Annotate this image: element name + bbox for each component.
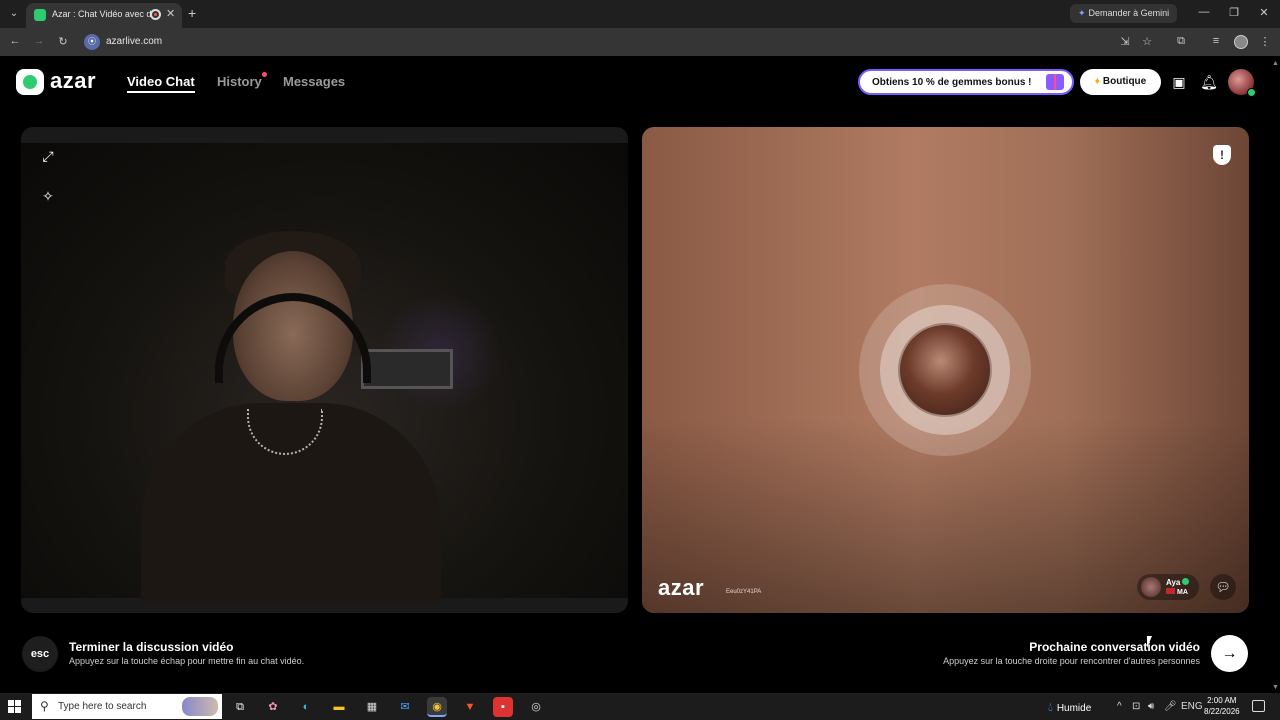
user-avatar[interactable]: [1228, 69, 1256, 97]
nav-video-chat[interactable]: Video Chat: [127, 74, 195, 93]
peer-profile-image: [898, 323, 992, 417]
nav-messages[interactable]: Messages: [283, 74, 345, 89]
gem-icon: ♦: [1094, 76, 1100, 87]
scrollbar-down-icon[interactable]: ▼: [1272, 684, 1279, 691]
online-status-icon: [1247, 88, 1256, 97]
microphone-icon[interactable]: 🎤︎: [1164, 701, 1177, 712]
edge-icon[interactable]: ◐: [296, 697, 316, 717]
browser-tabbar: ⌄ Azar : Chat Vidéo avec de ✕ + ✦ Demande…: [0, 0, 1280, 28]
tab-close-icon[interactable]: ✕: [166, 7, 175, 20]
search-icon: ⚲: [40, 699, 49, 713]
extensions-icon[interactable]: ⧉: [1174, 35, 1188, 48]
reload-icon[interactable]: ↻: [56, 35, 70, 48]
peer-avatar: [1141, 577, 1161, 597]
azar-watermark: azar: [658, 575, 705, 600]
search-highlight-image: [182, 697, 218, 716]
clock-date: 8/22/2026: [1204, 707, 1240, 716]
gemini-spark-icon: ✦: [1078, 8, 1086, 18]
peer-name: Aya: [1166, 578, 1181, 587]
peer-country: MA: [1177, 589, 1188, 596]
brave-icon[interactable]: ▼: [460, 697, 480, 717]
forward-icon[interactable]: →: [32, 35, 46, 47]
taskbar-search-input[interactable]: ⚲ Type here to search: [32, 694, 222, 719]
chrome-icon[interactable]: ◉: [427, 697, 447, 717]
next-chat-title: Prochaine conversation vidéo: [1029, 640, 1200, 654]
peer-info-chip[interactable]: Aya MA: [1137, 574, 1199, 600]
chat-bubble-icon[interactable]: 💬︎: [1210, 574, 1236, 600]
store-icon[interactable]: ▦: [362, 697, 382, 717]
task-view-icon[interactable]: ⧉: [230, 697, 250, 717]
tab-title: Azar : Chat Vidéo avec de: [52, 9, 152, 19]
windows-taskbar: ⚲ Type here to search ⧉ ✿ ◐ ▬ ▦ ✉ ◉ ▼ ▪ …: [0, 693, 1280, 720]
end-chat-hint: Appuyez sur la touche échap pour mettre …: [69, 656, 305, 666]
azar-logo-icon[interactable]: [16, 69, 44, 95]
volume-icon[interactable]: 🔊︎: [1148, 701, 1154, 712]
network-icon[interactable]: ⊡: [1132, 701, 1140, 712]
recording-icon: [150, 9, 161, 20]
install-app-icon[interactable]: ⇲: [1118, 35, 1132, 48]
clock-time: 2:00 AM: [1207, 696, 1237, 705]
promo-label: Obtiens 10 % de gemmes bonus !: [872, 77, 1032, 88]
self-camera-feed: [21, 143, 628, 603]
history-notification-dot: [262, 72, 267, 77]
bell-icon[interactable]: 🔔︎: [1200, 73, 1218, 91]
peer-country-row: MA: [1166, 588, 1188, 596]
gemini-button[interactable]: ✦ Demander à Gemini: [1070, 4, 1178, 23]
url-field[interactable]: azarlive.com: [106, 36, 162, 47]
end-chat-title: Terminer la discussion vidéo: [69, 640, 234, 654]
report-shield-icon[interactable]: !: [1213, 145, 1231, 165]
inbox-icon[interactable]: ▣: [1170, 73, 1188, 91]
gems-promo-button[interactable]: Obtiens 10 % de gemmes bonus !: [858, 69, 1074, 95]
media-control-icon[interactable]: ≡: [1209, 35, 1223, 47]
file-explorer-icon[interactable]: ▬: [329, 697, 349, 717]
boutique-label: Boutique: [1102, 76, 1147, 87]
self-video-panel: ⤢ ✧: [21, 127, 628, 613]
scrollbar-up-icon[interactable]: ▲: [1272, 60, 1279, 67]
language-indicator[interactable]: ENG: [1181, 701, 1203, 712]
windows-start-icon[interactable]: [8, 700, 21, 713]
nav-history[interactable]: History: [217, 74, 262, 89]
session-id: Eeu0zY41PA: [726, 589, 762, 595]
verified-icon: [1182, 578, 1190, 585]
browser-profile-icon[interactable]: [1234, 35, 1248, 49]
background-frame: [361, 349, 453, 389]
site-info-icon[interactable]: ⦿: [84, 34, 100, 50]
minimize-icon[interactable]: —: [1194, 6, 1214, 18]
obs-icon[interactable]: ◎: [526, 697, 546, 717]
boutique-button[interactable]: ♦ Boutique: [1080, 69, 1161, 95]
weather-label: Humide: [1056, 703, 1092, 714]
morocco-flag-icon: [1166, 588, 1175, 594]
expand-icon[interactable]: ⤢: [39, 147, 57, 165]
gift-icon: [1046, 74, 1064, 90]
gemini-label: Demander à Gemini: [1088, 8, 1170, 18]
bookmark-star-icon[interactable]: ☆: [1140, 35, 1154, 48]
browser-menu-icon[interactable]: ⋮: [1258, 35, 1272, 48]
address-bar: ← → ↻ ⦿ azarlive.com ⇲ ☆ ⧉ ≡ ⋮: [0, 28, 1280, 56]
copilot-icon[interactable]: ✿: [263, 697, 283, 717]
search-placeholder: Type here to search: [58, 701, 147, 712]
notification-center-icon[interactable]: [1252, 700, 1265, 712]
red-app-icon[interactable]: ▪: [493, 697, 513, 717]
peer-name-row: Aya: [1166, 578, 1190, 587]
end-chat-esc-button[interactable]: esc: [22, 636, 58, 672]
magic-wand-icon[interactable]: ✧: [39, 187, 57, 205]
window-close-icon[interactable]: ✕: [1254, 6, 1274, 19]
water-drop-icon: 💧︎: [1048, 700, 1053, 714]
next-chat-arrow-button[interactable]: →: [1211, 635, 1248, 672]
azar-favicon-icon: [34, 9, 46, 21]
mail-icon[interactable]: ✉: [395, 697, 415, 717]
next-chat-hint: Appuyez sur la touche droite pour rencon…: [943, 656, 1200, 666]
mouse-cursor-icon: [1147, 636, 1157, 648]
weather-widget[interactable]: 💧︎ Humide: [1048, 700, 1091, 715]
browser-tab[interactable]: Azar : Chat Vidéo avec de ✕: [26, 3, 182, 28]
tray-chevron-icon[interactable]: ^: [1117, 701, 1122, 712]
taskbar-clock[interactable]: 2:00 AM 8/22/2026: [1204, 695, 1240, 717]
azar-logo-text[interactable]: azar: [50, 68, 96, 94]
back-icon[interactable]: ←: [8, 35, 22, 47]
maximize-icon[interactable]: ❐: [1224, 6, 1244, 19]
peer-video-panel: ! azar Eeu0zY41PA Aya MA 💬︎: [642, 127, 1249, 613]
tab-search-icon[interactable]: ⌄: [6, 6, 22, 22]
new-tab-button[interactable]: +: [188, 5, 196, 21]
